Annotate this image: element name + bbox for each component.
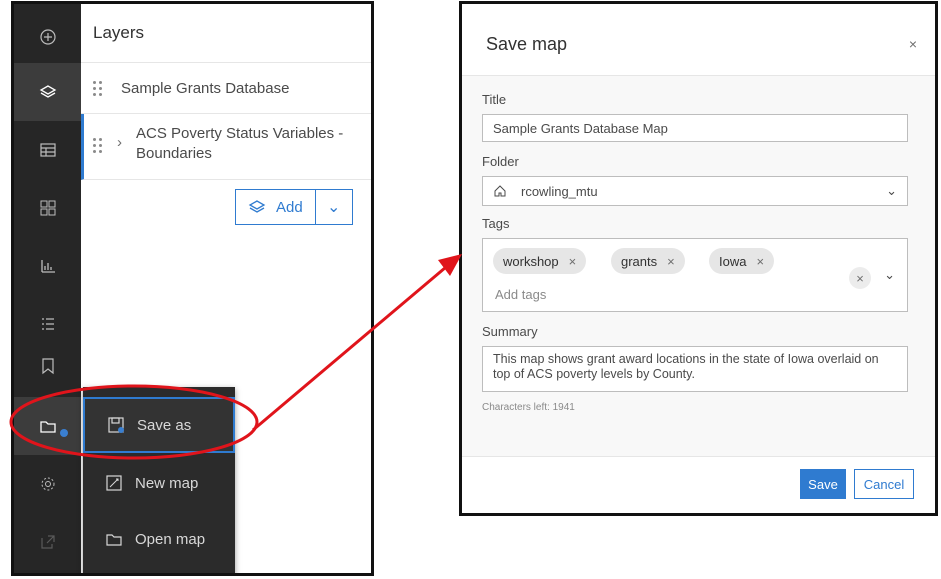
tags-input[interactable]: workshop × grants × Iowa × Add tags × ⌄	[482, 238, 908, 312]
layer-name-line-2: Boundaries	[136, 145, 212, 162]
new-map-icon	[106, 475, 122, 491]
layer-name: ACS Poverty Status Variables - Boundarie…	[136, 124, 343, 164]
basemap-rail-button[interactable]	[14, 179, 81, 237]
summary-label: Summary	[482, 324, 538, 339]
save-map-dialog: Save map × Title Sample Grants Database …	[459, 1, 938, 516]
add-button[interactable]: Add	[235, 189, 316, 225]
remove-tag-icon[interactable]: ×	[569, 254, 577, 269]
add-dropdown-button[interactable]: ⌄	[315, 189, 353, 225]
charts-rail-button[interactable]	[14, 237, 81, 295]
plus-icon	[39, 29, 56, 45]
chevron-down-icon[interactable]: ⌄	[884, 267, 895, 283]
legend-icon	[41, 318, 54, 330]
title-input[interactable]: Sample Grants Database Map	[482, 114, 908, 142]
layer-name: Sample Grants Database	[121, 79, 290, 97]
dialog-title: Save map	[486, 34, 568, 54]
save-as-menu-item[interactable]: Save as	[83, 397, 235, 453]
save-as-label: Save as	[137, 416, 192, 434]
tag-chip[interactable]: Iowa ×	[709, 248, 775, 274]
share-rail-button[interactable]	[14, 513, 81, 571]
add-layer-control: Add ⌄	[235, 189, 353, 225]
summary-textarea[interactable]: This map shows grant award locations in …	[482, 346, 908, 392]
add-button-label: Add	[276, 198, 303, 216]
add-layer-rail-button[interactable]	[14, 8, 81, 66]
basemap-icon	[40, 200, 55, 216]
bookmarks-rail-button[interactable]	[14, 337, 81, 395]
layers-icon	[248, 200, 266, 213]
clear-tags-icon[interactable]: ×	[849, 267, 871, 289]
dialog-body: Title Sample Grants Database Map Folder …	[462, 75, 935, 457]
settings-icon	[41, 477, 54, 491]
folder-select[interactable]: rcowling_mtu ⌄	[482, 176, 908, 206]
home-icon	[494, 185, 506, 197]
drag-handle-icon[interactable]	[93, 138, 103, 153]
table-icon	[39, 143, 56, 157]
chart-icon	[40, 260, 55, 273]
layer-item[interactable]: Sample Grants Database	[81, 63, 371, 114]
share-icon	[40, 535, 55, 549]
tags-placeholder: Add tags	[495, 287, 547, 302]
open-map-label: Open map	[135, 530, 206, 548]
new-map-menu-item[interactable]: New map	[83, 455, 235, 511]
open-folder-icon	[106, 534, 122, 546]
bookmark-icon	[41, 358, 54, 375]
status-dot	[60, 429, 68, 437]
tag-text: workshop	[503, 253, 559, 269]
tag-chip[interactable]: workshop ×	[493, 248, 587, 274]
cancel-button[interactable]: Cancel	[854, 469, 914, 499]
remove-tag-icon[interactable]: ×	[667, 254, 675, 269]
map-menu-flyout: Save as New map Open map	[83, 387, 235, 573]
layers-icon	[39, 85, 56, 98]
expand-chevron-icon[interactable]: ›	[117, 134, 122, 151]
close-icon[interactable]: ×	[909, 36, 917, 52]
characters-left: Characters left: 1941	[482, 402, 575, 413]
layer-name-line-1: ACS Poverty Status Variables -	[136, 125, 344, 142]
open-map-menu-item[interactable]: Open map	[83, 511, 235, 567]
tag-text: Iowa	[719, 253, 747, 269]
table-rail-button[interactable]	[14, 121, 81, 179]
tag-text: grants	[621, 253, 658, 269]
new-map-label: New map	[135, 474, 199, 492]
tag-chip[interactable]: grants ×	[611, 248, 685, 274]
layers-rail-button[interactable]	[14, 63, 81, 121]
settings-rail-button[interactable]	[14, 455, 81, 513]
drag-handle-icon[interactable]	[93, 80, 103, 96]
layer-item[interactable]: › ACS Poverty Status Variables - Boundar…	[81, 114, 371, 180]
chevron-down-icon: ⌄	[327, 199, 341, 216]
chevron-down-icon: ⌄	[886, 183, 897, 198]
remove-tag-icon[interactable]: ×	[756, 254, 764, 269]
folder-value: rcowling_mtu	[521, 183, 598, 199]
folder-icon	[39, 421, 56, 433]
map-viewer-panel: Layers Sample Grants Database › ACS Pove…	[11, 1, 374, 576]
map-folder-rail-button[interactable]	[14, 397, 81, 455]
folder-label: Folder	[482, 154, 519, 169]
title-label: Title	[482, 92, 507, 107]
action-rail	[14, 4, 81, 573]
layers-panel-title: Layers	[81, 4, 371, 63]
tags-label: Tags	[482, 216, 510, 231]
save-button[interactable]: Save	[800, 469, 846, 499]
save-icon	[108, 417, 124, 433]
